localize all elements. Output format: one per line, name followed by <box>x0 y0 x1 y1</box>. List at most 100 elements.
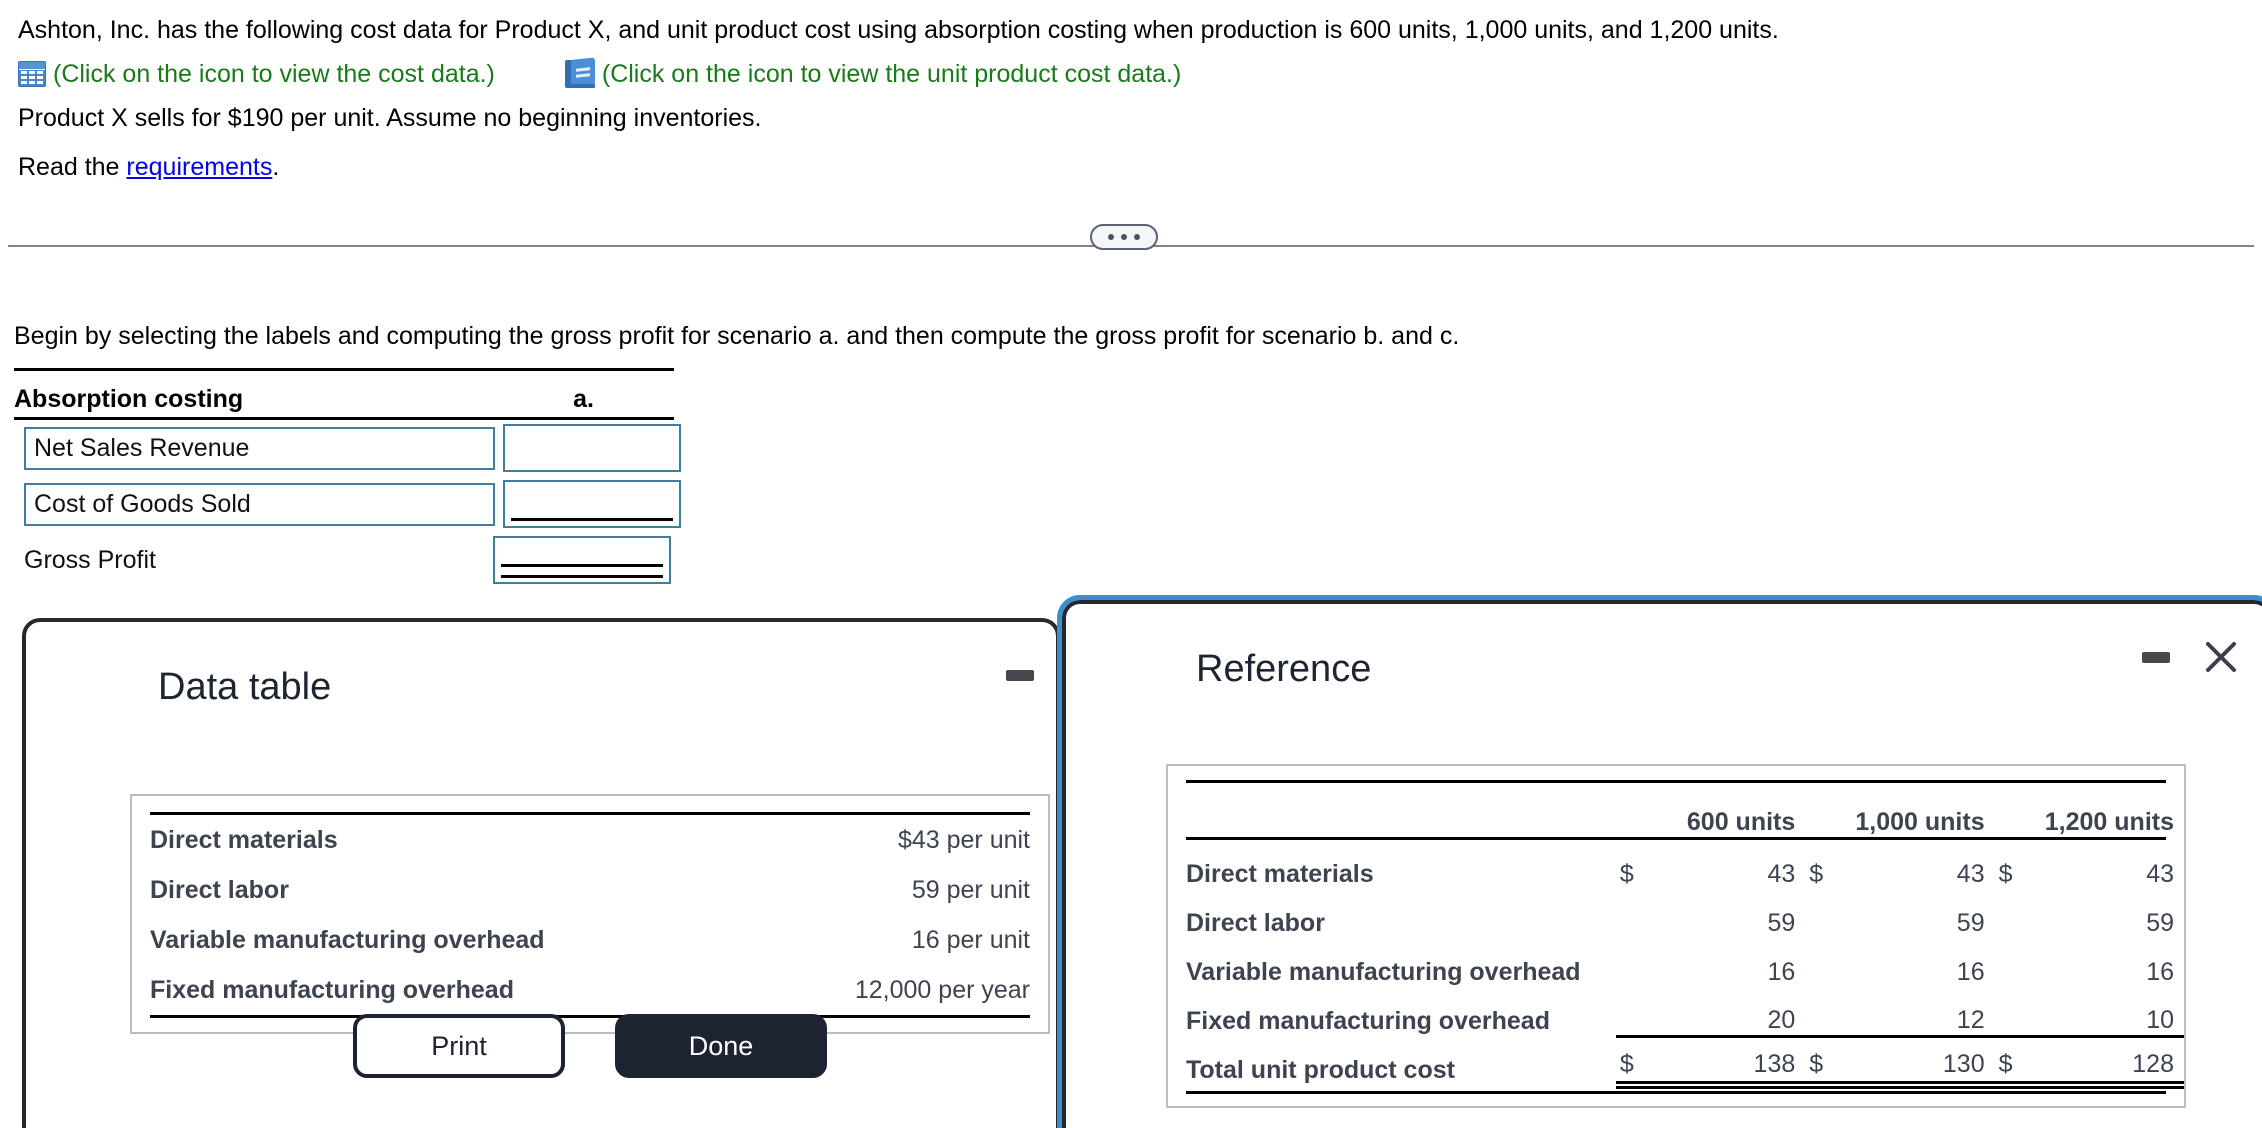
reference-cell-value: 16 <box>1767 958 1796 986</box>
cost-data-link-label[interactable]: (Click on the icon to view the cost data… <box>53 60 495 89</box>
reference-row-name: Direct materials <box>1186 860 1374 888</box>
grid-icon[interactable] <box>18 61 46 87</box>
data-table-row-value: 16 per unit <box>911 925 1030 954</box>
worksheet-column-header-a: a. <box>573 385 594 413</box>
data-table-row-name: Variable manufacturing overhead <box>150 925 545 954</box>
close-icon[interactable] <box>2204 640 2238 674</box>
reference-table-body: Direct materials $ 43 $ 43 $ 43 Direct l… <box>1168 840 2184 1089</box>
data-table-dialog[interactable]: Data table Direct materials $43 per unit… <box>22 618 1060 1128</box>
reference-cell-currency <box>1995 938 2042 987</box>
grid-cell <box>28 75 36 80</box>
task-instruction: Begin by selecting the labels and comput… <box>14 322 1460 350</box>
reference-cell-currency <box>1615 987 1663 1038</box>
reference-cell-currency <box>1995 889 2042 938</box>
read-suffix: . <box>272 153 280 181</box>
data-table-titlebar: Data table <box>26 622 1056 734</box>
grid-cell <box>21 71 28 75</box>
minimize-icon[interactable] <box>2142 652 2170 663</box>
selling-price-text: Product X sells for $190 per unit. Assum… <box>18 104 762 132</box>
reference-row-name: Direct labor <box>1186 909 1325 937</box>
worksheet-header-row: Absorption costing a. <box>14 371 674 417</box>
worksheet-row: Cost of Goods Sold <box>14 476 681 532</box>
cost-data-icon-link[interactable]: (Click on the icon to view the cost data… <box>18 60 495 89</box>
book-base <box>565 84 595 88</box>
reference-row-name: Fixed manufacturing overhead <box>1186 1007 1550 1035</box>
gross-profit-label: Gross Profit <box>24 545 156 574</box>
reference-header-1000: 1,000 units <box>1855 808 1985 836</box>
reference-cell-currency <box>1805 938 1852 987</box>
requirements-link[interactable]: requirements <box>126 153 272 181</box>
unit-cost-icon-link[interactable]: (Click on the icon to view the unit prod… <box>564 57 1181 89</box>
data-table-row-value: 12,000 per year <box>854 975 1030 1004</box>
minimize-icon[interactable] <box>1006 670 1034 681</box>
gross-profit-value-input[interactable] <box>493 536 671 584</box>
data-table-row-value: 59 per unit <box>911 875 1030 904</box>
reference-row: Direct materials $ 43 $ 43 $ 43 <box>1168 840 2184 889</box>
reference-cell-value: 59 <box>2146 909 2174 937</box>
reference-header-1200: 1,200 units <box>2044 808 2174 836</box>
data-table-row: Fixed manufacturing overhead 12,000 per … <box>132 965 1048 1015</box>
reference-cell-currency: $ <box>1619 860 1634 888</box>
data-table-row-name: Direct materials <box>150 825 338 854</box>
reference-table-body-wrap: Direct materials $ 43 $ 43 $ 43 Direct l… <box>1168 840 2184 1089</box>
reference-cell-value: 12 <box>1852 987 1995 1038</box>
reference-header-600: 600 units <box>1686 808 1796 836</box>
grid-icon-cells <box>21 71 43 84</box>
page-root: Ashton, Inc. has the following cost data… <box>0 0 2262 1128</box>
data-table-row: Direct labor 59 per unit <box>132 865 1048 915</box>
reference-row-total: Total unit product cost $ 138 $ 130 $ 12… <box>1168 1036 2184 1089</box>
grid-cell <box>36 75 43 80</box>
reference-cell-value: 20 <box>1662 987 1806 1038</box>
done-button[interactable]: Done <box>615 1014 827 1078</box>
reference-cell-currency <box>1616 938 1663 987</box>
net-sales-revenue-label-select[interactable]: Net Sales Revenue <box>24 426 495 470</box>
reference-table: 600 units 1,000 units 1,200 units <box>1168 783 2184 837</box>
reference-cell-currency <box>1616 889 1663 938</box>
net-sales-revenue-value-input[interactable] <box>503 424 681 472</box>
worksheet-row: Gross Profit <box>14 532 674 588</box>
grid-cell <box>28 71 36 75</box>
reference-titlebar: Reference <box>1066 604 2262 716</box>
reference-cell-value: 16 <box>1956 958 1985 986</box>
data-table-row: Variable manufacturing overhead 16 per u… <box>132 915 1048 965</box>
expand-ellipsis-button[interactable] <box>1090 224 1158 250</box>
reference-row: Fixed manufacturing overhead 20 12 10 <box>1168 987 2184 1038</box>
ellipsis-dot <box>1134 234 1140 240</box>
reference-cell-value: 43 <box>1767 860 1796 888</box>
book-icon[interactable] <box>564 57 595 88</box>
data-table-card: Direct materials $43 per unit Direct lab… <box>130 794 1050 1078</box>
data-table-row-name: Fixed manufacturing overhead <box>150 975 514 1004</box>
reference-cell-value: 16 <box>2146 958 2174 986</box>
ellipsis-dot <box>1121 234 1127 240</box>
reference-cell-value: 59 <box>1956 909 1985 937</box>
data-table-row-value: $43 per unit <box>897 825 1030 854</box>
data-table-row-name: Direct labor <box>150 875 289 904</box>
grid-cell <box>36 71 43 75</box>
reference-cell-value: 130 <box>1852 1036 1995 1089</box>
absorption-costing-worksheet: Absorption costing a. Net Sales Revenue … <box>14 368 681 588</box>
reference-cell-currency: $ <box>1805 1036 1853 1089</box>
reference-cell-currency <box>1805 987 1853 1038</box>
reference-row-name: Variable manufacturing overhead <box>1186 958 1581 986</box>
cost-of-goods-sold-value-input[interactable] <box>503 480 681 528</box>
reference-cell-value: 128 <box>2041 1036 2184 1089</box>
cost-of-goods-sold-label-select[interactable]: Cost of Goods Sold <box>24 482 495 526</box>
reference-cell-currency: $ <box>1615 1036 1663 1089</box>
read-requirements-line: Read the requirements. <box>18 151 2262 184</box>
reference-cell-currency: $ <box>1998 860 2013 888</box>
reference-cell-value: 43 <box>2146 860 2174 888</box>
reference-cell-value: 10 <box>2041 987 2184 1038</box>
data-table-row: Direct materials $43 per unit <box>132 815 1048 865</box>
unit-cost-link-label[interactable]: (Click on the icon to view the unit prod… <box>602 60 1181 89</box>
data-table-dialog-title: Data table <box>158 666 332 708</box>
reference-bottom-rule <box>1186 1091 2166 1094</box>
reference-card: 600 units 1,000 units 1,200 units Direct… <box>1166 764 2186 1108</box>
data-table-actions: Print Done <box>132 1014 1048 1078</box>
grid-cell <box>28 80 36 84</box>
reference-cell-currency <box>1994 987 2042 1038</box>
print-button[interactable]: Print <box>353 1014 565 1078</box>
reference-cell-value: 43 <box>1956 860 1985 888</box>
grid-cell <box>21 80 28 84</box>
reference-header-row: 600 units 1,000 units 1,200 units <box>1168 783 2184 837</box>
reference-dialog[interactable]: Reference 600 units 1,000 units 1,200 un… <box>1057 595 2262 1128</box>
